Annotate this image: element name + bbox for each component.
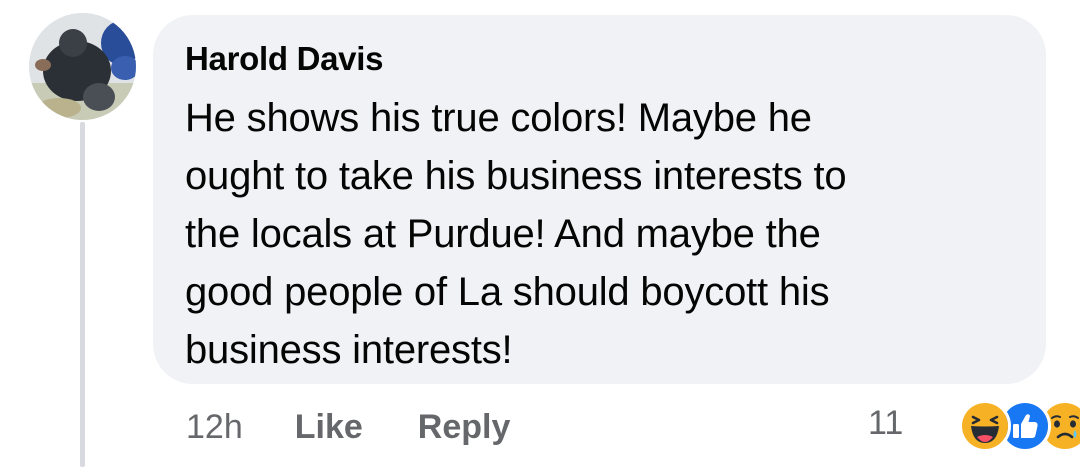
comment-timestamp[interactable]: 12h [186,408,243,447]
thread-line [80,122,85,467]
like-button[interactable]: Like [295,408,363,447]
haha-icon [959,400,1012,452]
reactions-summary[interactable]: 11 [868,396,1080,452]
reaction-count: 11 [868,403,904,442]
avatar-photo [29,13,136,120]
avatar[interactable] [29,13,136,120]
comment-author[interactable]: Harold Davis [185,39,1016,79]
comment-text: He shows his true colors! Maybe he ought… [185,96,847,372]
comment-bubble: Harold Davis He shows his true colors! M… [153,15,1046,384]
comment-actions: 12h Like Reply [186,402,510,452]
reply-button[interactable]: Reply [418,408,511,447]
reaction-icons [913,396,1080,452]
